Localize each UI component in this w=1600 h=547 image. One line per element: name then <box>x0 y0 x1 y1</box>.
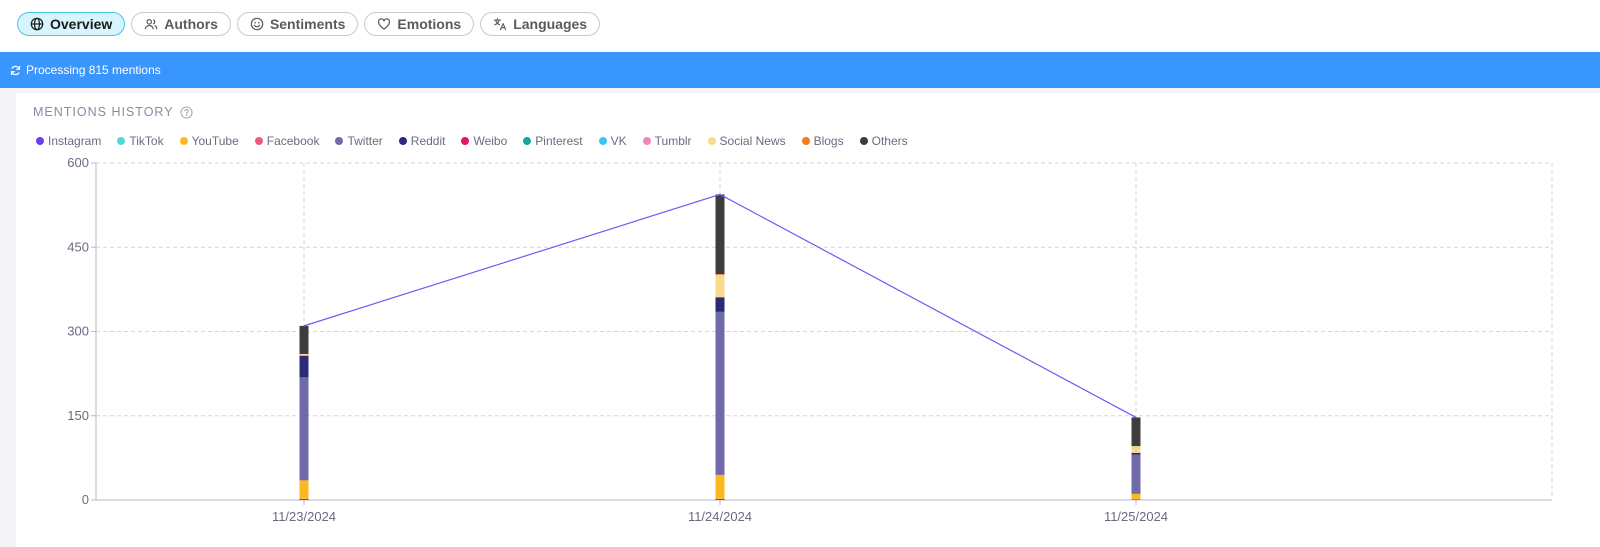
bar-segment-instagram <box>715 498 725 500</box>
bar-segment-others <box>1131 417 1141 447</box>
y-tick-label: 0 <box>82 492 89 507</box>
y-tick-label: 150 <box>67 408 89 423</box>
bar-segment-social-news <box>1131 446 1141 453</box>
bar-segment-twitter <box>1131 454 1141 494</box>
y-tick-label: 450 <box>67 239 89 254</box>
bar-segment-twitter <box>715 311 725 475</box>
bar-segment-reddit <box>299 355 309 377</box>
bar-segment-twitter <box>299 376 309 481</box>
bar-segment-social-news <box>299 353 309 356</box>
bar-segment-others <box>715 194 725 275</box>
bar-segment-blogs <box>715 274 725 275</box>
y-tick-label: 300 <box>67 324 89 339</box>
x-tick-label: 11/25/2024 <box>1104 509 1168 524</box>
bar-segment-reddit <box>1131 452 1141 455</box>
bar-segment-reddit <box>715 297 725 312</box>
bar-segment-facebook <box>715 474 725 476</box>
bar-segment-instagram <box>1131 499 1141 500</box>
x-tick-label: 11/24/2024 <box>688 509 752 524</box>
bar-segment-youtube <box>299 480 309 499</box>
bar-segment-youtube <box>715 475 725 499</box>
bar-segment-youtube <box>1131 493 1141 500</box>
bar-segment-social-news <box>715 274 725 298</box>
mentions-history-chart: 0 150 300 450 600 11/23/2024 11/24/2024 11/25/2… <box>67 155 1553 524</box>
x-tick-label: 11/23/2024 <box>272 509 336 524</box>
bar-segment-others <box>299 325 309 354</box>
bar-segment-instagram <box>299 498 309 500</box>
y-tick-label: 600 <box>67 155 89 170</box>
